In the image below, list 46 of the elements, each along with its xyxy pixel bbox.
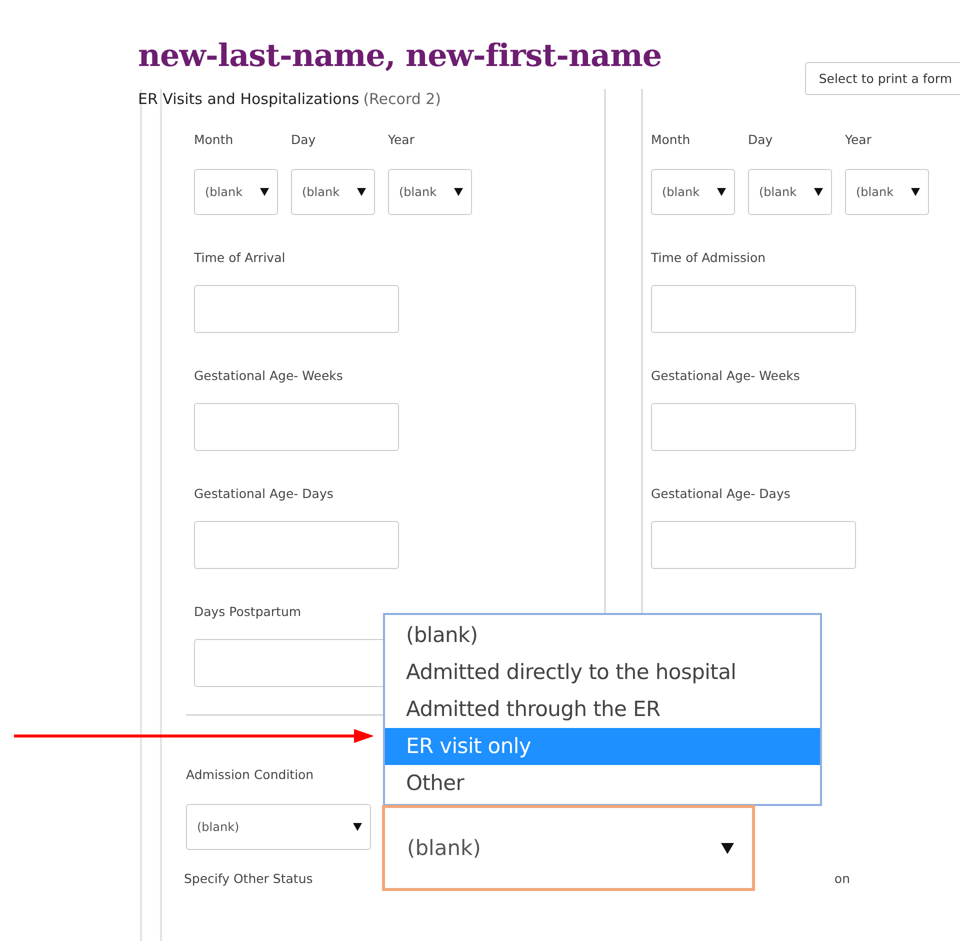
field-label: Specify Other Status — [184, 871, 313, 886]
zoomed-select[interactable]: (blank) — [382, 805, 755, 891]
patient-name: new-last-name, new-first-name — [138, 37, 662, 76]
field-label: Year — [845, 132, 872, 147]
caret-icon — [911, 188, 920, 196]
caret-icon — [717, 188, 726, 196]
dropdown-option[interactable]: Admitted directly to the hospital — [385, 654, 820, 691]
admission-condition-select[interactable]: (blank) — [186, 804, 371, 850]
print-form-select[interactable]: Select to print a form — [804, 62, 960, 95]
field-label: Gestational Age- Days — [194, 486, 334, 501]
field-label: Month — [651, 132, 692, 147]
dropdown-option[interactable]: Admitted through the ER — [385, 691, 820, 728]
input-field[interactable] — [651, 285, 856, 333]
input-field[interactable] — [651, 403, 856, 451]
field-label: Admission Condition — [186, 767, 315, 782]
field-label: on — [834, 871, 850, 886]
date-select[interactable]: (blank — [194, 169, 278, 215]
caret-icon — [454, 188, 463, 196]
caret-icon — [260, 188, 269, 196]
caret-icon — [721, 842, 734, 854]
field-label: Year — [388, 132, 416, 147]
field-label: Gestational Age- Days — [651, 486, 792, 501]
caret-icon — [353, 823, 362, 831]
field-label: Days Postpartum — [194, 604, 302, 619]
date-select[interactable]: (blank — [845, 169, 929, 215]
dropdown-option[interactable]: Other — [385, 765, 820, 802]
field-label: Day — [748, 132, 774, 147]
record-number: (Record 2) — [363, 90, 442, 108]
caret-icon — [814, 188, 823, 196]
field-label: Day — [291, 132, 317, 147]
field-label: Gestational Age- Weeks — [194, 368, 344, 383]
section-title: ER Visits and Hospitalizations — [138, 90, 360, 108]
input-field[interactable] — [194, 403, 399, 451]
dropdown-option[interactable]: (blank) — [385, 617, 820, 654]
date-select[interactable]: (blank — [291, 169, 375, 215]
input-field[interactable] — [194, 521, 399, 569]
input-field[interactable] — [194, 285, 399, 333]
field-label: Gestational Age- Weeks — [651, 368, 801, 383]
date-select[interactable]: (blank — [651, 169, 735, 215]
field-label: Time of Admission — [651, 250, 767, 265]
input-field[interactable] — [651, 521, 856, 569]
date-select[interactable]: (blank — [388, 169, 472, 215]
field-label: Month — [194, 132, 234, 147]
field-label: Time of Arrival — [194, 250, 286, 265]
caret-icon — [357, 188, 366, 196]
date-select[interactable]: (blank — [748, 169, 832, 215]
